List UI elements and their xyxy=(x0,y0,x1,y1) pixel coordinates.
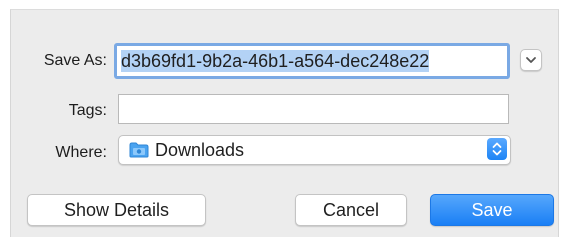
popup-stepper[interactable] xyxy=(487,138,507,160)
save-as-label: Save As: xyxy=(43,52,107,69)
chevron-down-icon xyxy=(526,57,536,63)
show-details-button[interactable]: Show Details xyxy=(27,194,206,226)
tags-label: Tags: xyxy=(68,102,107,119)
where-popup[interactable]: Downloads xyxy=(118,135,511,165)
save-button[interactable]: Save xyxy=(430,194,554,226)
where-label: Where: xyxy=(55,144,107,161)
save-dialog: Save As: d3b69fd1-9b2a-46b1-a564-dec248e… xyxy=(10,9,559,237)
chevron-updown-icon xyxy=(492,142,502,156)
save-as-text: d3b69fd1-9b2a-46b1-a564-dec248e22 xyxy=(121,50,430,72)
folder-icon xyxy=(129,142,149,158)
expand-button[interactable] xyxy=(520,49,542,71)
where-value: Downloads xyxy=(155,140,245,160)
tags-field[interactable] xyxy=(118,94,509,124)
save-as-field[interactable]: d3b69fd1-9b2a-46b1-a564-dec248e22 xyxy=(114,43,510,79)
cancel-button[interactable]: Cancel xyxy=(295,194,407,226)
